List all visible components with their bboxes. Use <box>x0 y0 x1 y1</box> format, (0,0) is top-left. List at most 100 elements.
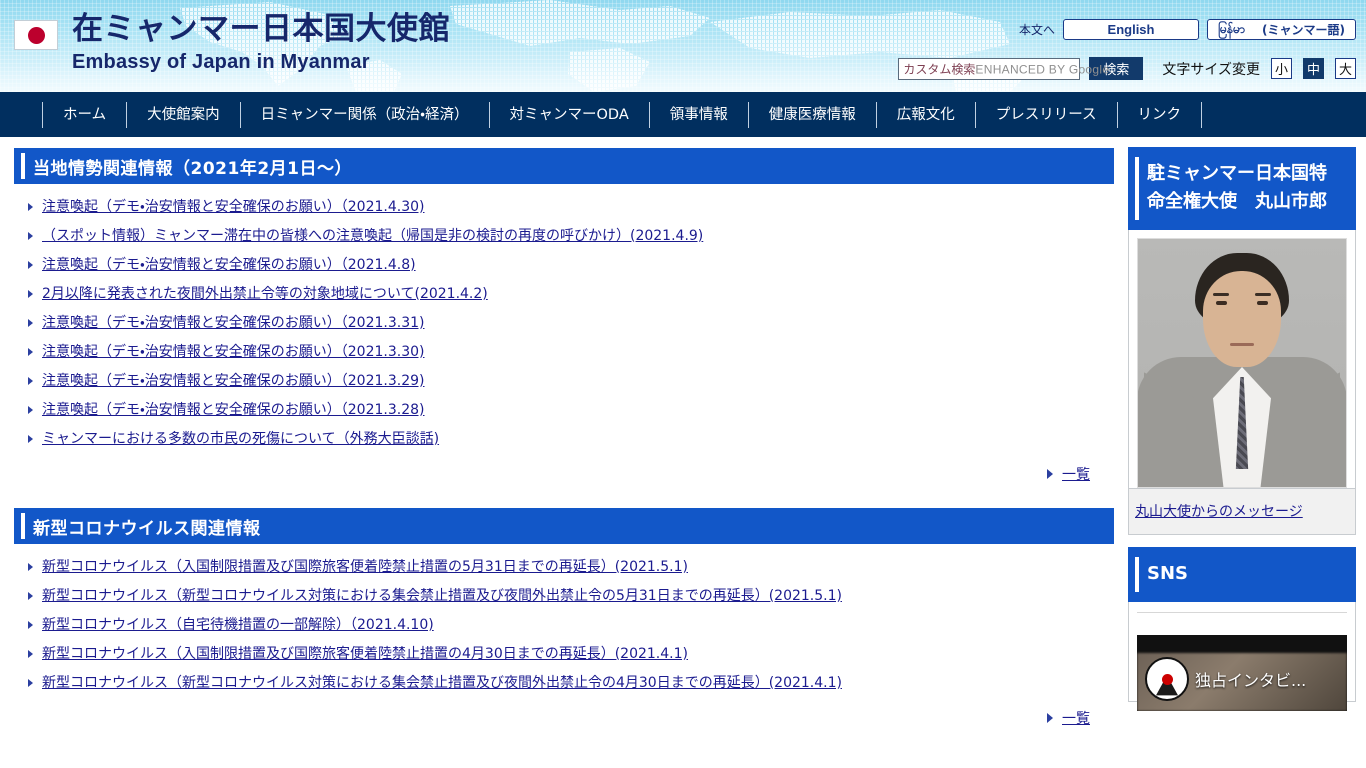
ambassador-message-link[interactable]: 丸山大使からのメッセージ <box>1135 504 1303 520</box>
nav-item-links[interactable]: リンク <box>1116 101 1203 128</box>
arrow-right-icon <box>28 261 33 269</box>
arrow-right-icon <box>28 621 33 629</box>
list-item[interactable]: （スポット情報）ミャンマー滞在中の皆様への注意喚起（帰国是非の検討の再度の呼びか… <box>20 227 1114 245</box>
arrow-right-icon <box>28 319 33 327</box>
list-item[interactable]: ミャンマーにおける多数の市民の死傷について（外務大臣談話) <box>20 430 1114 448</box>
ambassador-title: 駐ミャンマー日本国特命全権大使 丸山市郎 <box>1128 147 1356 230</box>
list-item-link[interactable]: 新型コロナウイルス（新型コロナウイルス対策における集会禁止措置及び夜間外出禁止令… <box>42 675 842 691</box>
list-item-link[interactable]: ミャンマーにおける多数の市民の死傷について（外務大臣談話) <box>42 431 439 447</box>
section-header: 新型コロナウイルス関連情報 <box>14 508 1114 544</box>
list-item[interactable]: 新型コロナウイルス（入国制限措置及び国際旅客便着陸禁止措置の4月30日までの再延… <box>20 645 1114 663</box>
arrow-right-icon <box>28 232 33 240</box>
list-item-link[interactable]: 注意喚起（デモ・治安情報と安全確保のお願い）（2021.3.28) <box>42 402 424 418</box>
nav-item-consular[interactable]: 領事情報 <box>648 101 748 128</box>
ambassador-portrait <box>1137 238 1347 488</box>
global-navigation: ホーム 大使館案内 日ミャンマー関係（政治・経済） 対ミャンマーODA 領事情報… <box>0 92 1366 137</box>
section-title: 当地情勢関連情報（2021年2月1日～） <box>33 158 352 179</box>
font-size-medium-button[interactable]: 中 <box>1303 58 1324 79</box>
nav-item-relations[interactable]: 日ミャンマー関係（政治・経済） <box>239 101 489 128</box>
arrow-right-icon <box>28 406 33 414</box>
list-item-link[interactable]: 新型コロナウイルス（自宅待機措置の一部解除）（2021.4.10) <box>42 617 434 633</box>
sns-video-card[interactable]: 独占インタビ... <box>1137 635 1347 711</box>
news-channel-logo-icon <box>1145 657 1189 701</box>
list-item[interactable]: 新型コロナウイルス（自宅待機措置の一部解除）（2021.4.10) <box>20 616 1114 634</box>
nav-item-home[interactable]: ホーム <box>42 101 126 128</box>
sidebar: 駐ミャンマー日本国特命全権大使 丸山市郎 丸山大使からのメッセージ SNS 独占… <box>1128 137 1366 768</box>
sns-body: 独占インタビ... <box>1128 602 1356 711</box>
arrow-right-icon <box>28 650 33 658</box>
list-item-link[interactable]: （スポット情報）ミャンマー滞在中の皆様への注意喚起（帰国是非の検討の再度の呼びか… <box>42 228 703 244</box>
language-myanmar-suffix-label: (ミャンマー語) <box>1262 23 1345 37</box>
list-item-link[interactable]: 新型コロナウイルス（入国制限措置及び国際旅客便着陸禁止措置の5月31日までの再延… <box>42 559 688 575</box>
section-local-situation: 当地情勢関連情報（2021年2月1日～） 注意喚起（デモ・治安情報と安全確保のお… <box>14 148 1114 484</box>
video-caption: 独占インタビ... <box>1195 671 1307 690</box>
ambassador-photo-wrap <box>1128 230 1356 489</box>
arrow-right-icon <box>28 679 33 687</box>
arrow-right-icon <box>28 435 33 443</box>
header-utility-top: 本文へ English မြန်မာ (ミャンマー語) <box>1019 19 1356 40</box>
font-size-small-button[interactable]: 小 <box>1271 58 1292 79</box>
view-all-link[interactable]: 一覧 <box>1062 464 1090 484</box>
list-item[interactable]: 注意喚起（デモ・治安情報と安全確保のお願い）（2021.3.29) <box>20 372 1114 390</box>
language-myanmar-button[interactable]: မြန်မာ (ミャンマー語) <box>1207 19 1356 40</box>
list-item-link[interactable]: 新型コロナウイルス（入国制限措置及び国際旅客便着陸禁止措置の4月30日までの再延… <box>42 646 688 662</box>
section-more-row: 一覧 <box>14 464 1114 484</box>
list-item-link[interactable]: 注意喚起（デモ・治安情報と安全確保のお願い）（2021.3.29) <box>42 373 424 389</box>
list-item-link[interactable]: 2月以降に発表された夜間外出禁止令等の対象地域について(2021.4.2) <box>42 286 488 302</box>
sns-divider <box>1137 612 1347 613</box>
language-myanmar-native-label: မြန်မာ <box>1218 21 1245 36</box>
list-item[interactable]: 注意喚起（デモ・治安情報と安全確保のお願い）（2021.3.31) <box>20 314 1114 332</box>
main-content: 当地情勢関連情報（2021年2月1日～） 注意喚起（デモ・治安情報と安全確保のお… <box>0 137 1128 768</box>
arrow-right-icon <box>1047 469 1053 479</box>
section-more-row: 一覧 <box>14 708 1114 728</box>
font-size-label: 文字サイズ変更 <box>1162 61 1260 78</box>
site-title-ja: 在ミャンマー日本国大使館 <box>72 11 450 47</box>
section-covid: 新型コロナウイルス関連情報 新型コロナウイルス（入国制限措置及び国際旅客便着陸禁… <box>14 508 1114 728</box>
site-header: 在ミャンマー日本国大使館 Embassy of Japan in Myanmar… <box>0 0 1366 92</box>
list-item[interactable]: 注意喚起（デモ・治安情報と安全確保のお願い）（2021.4.30) <box>20 198 1114 216</box>
skip-to-content-link[interactable]: 本文へ <box>1019 21 1055 38</box>
list-item[interactable]: 新型コロナウイルス（新型コロナウイルス対策における集会禁止措置及び夜間外出禁止令… <box>20 674 1114 692</box>
ambassador-message-row: 丸山大使からのメッセージ <box>1128 489 1356 535</box>
view-all-link[interactable]: 一覧 <box>1062 708 1090 728</box>
list-item-link[interactable]: 新型コロナウイルス（新型コロナウイルス対策における集会禁止措置及び夜間外出禁止令… <box>42 588 842 604</box>
language-english-button[interactable]: English <box>1063 19 1200 40</box>
list-item-link[interactable]: 注意喚起（デモ・治安情報と安全確保のお願い）（2021.4.30) <box>42 199 424 215</box>
font-size-large-button[interactable]: 大 <box>1335 58 1356 79</box>
list-item[interactable]: 新型コロナウイルス（新型コロナウイルス対策における集会禁止措置及び夜間外出禁止令… <box>20 587 1114 605</box>
arrow-right-icon <box>28 592 33 600</box>
nav-item-health[interactable]: 健康医療情報 <box>747 101 876 128</box>
nav-item-press[interactable]: プレスリリース <box>974 101 1117 128</box>
covid-link-list: 新型コロナウイルス（入国制限措置及び国際旅客便着陸禁止措置の5月31日までの再延… <box>14 558 1114 692</box>
section-title: 新型コロナウイルス関連情報 <box>33 518 261 539</box>
japan-flag-icon <box>14 20 58 50</box>
site-brand[interactable]: 在ミャンマー日本国大使館 Embassy of Japan in Myanmar <box>14 14 450 72</box>
page-body: 当地情勢関連情報（2021年2月1日～） 注意喚起（デモ・治安情報と安全確保のお… <box>0 137 1366 768</box>
arrow-right-icon <box>28 348 33 356</box>
list-item-link[interactable]: 注意喚起（デモ・治安情報と安全確保のお願い）（2021.3.30) <box>42 344 424 360</box>
nav-item-oda[interactable]: 対ミャンマーODA <box>488 101 649 128</box>
list-item[interactable]: 注意喚起（デモ・治安情報と安全確保のお願い）（2021.4.8) <box>20 256 1114 274</box>
list-item-link[interactable]: 注意喚起（デモ・治安情報と安全確保のお願い）（2021.3.31) <box>42 315 424 331</box>
nav-item-culture[interactable]: 広報文化 <box>875 101 975 128</box>
search-submit-button[interactable]: 検索 <box>1089 57 1144 80</box>
list-item-link[interactable]: 注意喚起（デモ・治安情報と安全確保のお願い）（2021.4.8) <box>42 257 416 273</box>
list-item[interactable]: 注意喚起（デモ・治安情報と安全確保のお願い）（2021.3.28) <box>20 401 1114 419</box>
section-header: 当地情勢関連情報（2021年2月1日～） <box>14 148 1114 184</box>
site-title-en: Embassy of Japan in Myanmar <box>72 51 370 73</box>
search-input[interactable] <box>899 58 1080 79</box>
list-item[interactable]: 2月以降に発表された夜間外出禁止令等の対象地域について(2021.4.2) <box>20 285 1114 303</box>
arrow-right-icon <box>28 290 33 298</box>
list-item[interactable]: 注意喚起（デモ・治安情報と安全確保のお願い）（2021.3.30) <box>20 343 1114 361</box>
header-utility-bottom: カスタム検索ENHANCED BY Google 検索 文字サイズ変更 小 中 … <box>898 57 1356 80</box>
nav-item-about[interactable]: 大使館案内 <box>126 101 240 128</box>
arrow-right-icon <box>1047 713 1053 723</box>
list-item[interactable]: 新型コロナウイルス（入国制限措置及び国際旅客便着陸禁止措置の5月31日までの再延… <box>20 558 1114 576</box>
sns-title: SNS <box>1128 547 1356 602</box>
local-situation-link-list: 注意喚起（デモ・治安情報と安全確保のお願い）（2021.4.30) （スポット情… <box>14 198 1114 448</box>
arrow-right-icon <box>28 377 33 385</box>
arrow-right-icon <box>28 563 33 571</box>
sidebar-ambassador-box: 駐ミャンマー日本国特命全権大使 丸山市郎 丸山大使からのメッセージ <box>1128 147 1356 535</box>
search-box[interactable]: カスタム検索ENHANCED BY Google <box>898 57 1109 80</box>
sidebar-sns-box: SNS 独占インタビ... <box>1128 547 1356 711</box>
